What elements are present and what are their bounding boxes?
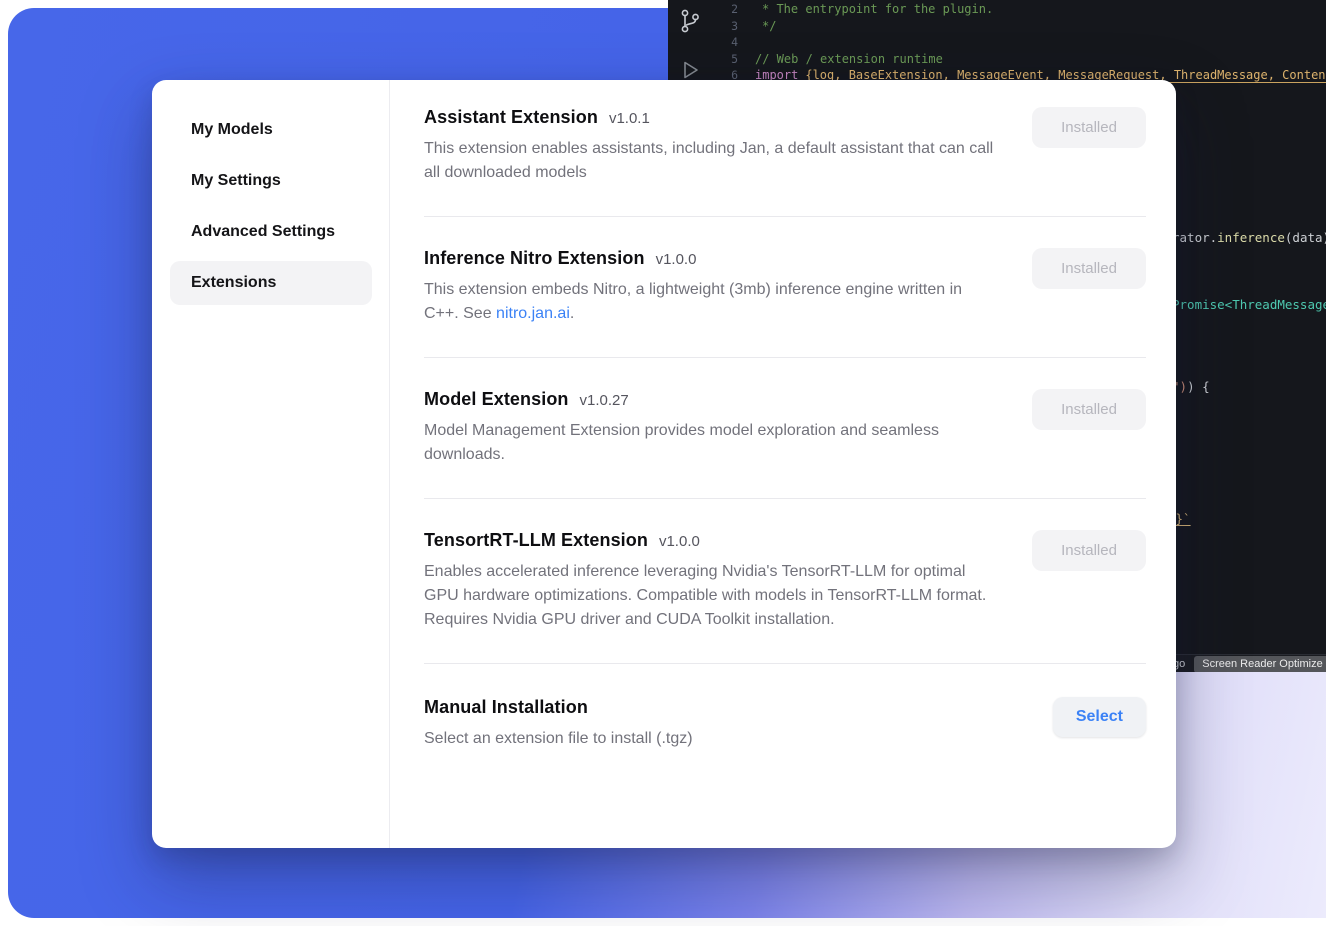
description-text: . [570, 305, 574, 322]
code-line: 5 // Web / extension runtime [714, 51, 1326, 68]
code-line: 2 * The entrypoint for the plugin. [714, 1, 1326, 18]
extension-name: Inference Nitro Extension [424, 248, 645, 269]
screen-reader-status-badge[interactable]: Screen Reader Optimize [1194, 656, 1326, 673]
manual-installation-section: Manual Installation Select an extension … [424, 664, 1146, 782]
extension-info: TensortRT-LLM Extension v1.0.0 Enables a… [424, 530, 999, 632]
extension-info: Inference Nitro Extension v1.0.0 This ex… [424, 248, 999, 326]
line-number: 3 [714, 19, 738, 33]
extension-header: Manual Installation [424, 697, 693, 718]
installed-button[interactable]: Installed [1032, 248, 1146, 289]
extension-info: Model Extension v1.0.27 Model Management… [424, 389, 944, 467]
installed-button[interactable]: Installed [1032, 530, 1146, 571]
code-line: 4 [714, 34, 1326, 51]
code-text: rator. [1172, 230, 1217, 245]
code-text: (data)); [1285, 230, 1326, 245]
extension-item-assistant: Assistant Extension v1.0.1 This extensio… [424, 80, 1146, 217]
extension-header: Assistant Extension v1.0.1 [424, 107, 999, 128]
installed-button[interactable]: Installed [1032, 389, 1146, 430]
code-text: inference [1217, 230, 1285, 245]
extension-version: v1.0.1 [609, 110, 650, 127]
extension-description: Model Management Extension provides mode… [424, 419, 944, 467]
code-fragment: rator.inference(data)); [1172, 230, 1326, 245]
sidebar-item-label: My Settings [191, 172, 281, 190]
sidebar-item-my-models[interactable]: My Models [170, 108, 372, 152]
manual-installation-description: Select an extension file to install (.tg… [424, 727, 693, 751]
source-control-icon[interactable] [677, 8, 703, 34]
extension-header: Model Extension v1.0.27 [424, 389, 944, 410]
nitro-link[interactable]: nitro.jan.ai [496, 305, 570, 322]
sidebar-item-label: Extensions [191, 274, 276, 292]
extension-version: v1.0.0 [656, 251, 697, 268]
sidebar-item-label: My Models [191, 121, 273, 139]
extension-version: v1.0.0 [659, 533, 700, 550]
manual-installation-title: Manual Installation [424, 697, 588, 718]
extension-description: This extension enables assistants, inclu… [424, 137, 999, 185]
sidebar-item-label: Advanced Settings [191, 223, 335, 241]
extension-name: TensortRT-LLM Extension [424, 530, 648, 551]
installed-button[interactable]: Installed [1032, 107, 1146, 148]
extension-name: Model Extension [424, 389, 569, 410]
code-text: ) { [1187, 379, 1210, 394]
code-fragment: Promise<ThreadMessage> [1172, 297, 1326, 312]
line-number: 4 [714, 35, 738, 49]
code-text: * The entrypoint for the plugin. [755, 2, 993, 16]
sidebar-item-my-settings[interactable]: My Settings [170, 159, 372, 203]
extension-header: Inference Nitro Extension v1.0.0 [424, 248, 999, 269]
extensions-panel: Assistant Extension v1.0.1 This extensio… [390, 80, 1176, 848]
extension-item-model: Model Extension v1.0.27 Model Management… [424, 358, 1146, 499]
code-line: 3 */ [714, 18, 1326, 35]
settings-sidebar: My Models My Settings Advanced Settings … [152, 80, 390, 848]
code-fragment: ")) { [1172, 379, 1210, 394]
extension-item-tensorrt: TensortRT-LLM Extension v1.0.0 Enables a… [424, 499, 1146, 664]
editor-code-lines: 2 * The entrypoint for the plugin. 3 */ … [714, 1, 1326, 84]
extension-description: Enables accelerated inference leveraging… [424, 560, 999, 632]
extension-item-nitro: Inference Nitro Extension v1.0.0 This ex… [424, 217, 1146, 358]
line-number: 5 [714, 52, 738, 66]
extension-header: TensortRT-LLM Extension v1.0.0 [424, 530, 999, 551]
editor-activity-rail [668, 0, 714, 88]
code-text: // Web / extension runtime [755, 52, 943, 66]
sidebar-item-extensions[interactable]: Extensions [170, 261, 372, 305]
extension-info: Assistant Extension v1.0.1 This extensio… [424, 107, 999, 185]
select-button[interactable]: Select [1053, 697, 1146, 737]
extension-description: This extension embeds Nitro, a lightweig… [424, 278, 999, 326]
settings-modal: My Models My Settings Advanced Settings … [152, 80, 1176, 848]
code-text: */ [755, 19, 776, 33]
extension-info: Manual Installation Select an extension … [424, 697, 693, 751]
sidebar-item-advanced-settings[interactable]: Advanced Settings [170, 210, 372, 254]
extension-version: v1.0.27 [580, 392, 629, 409]
line-number: 2 [714, 2, 738, 16]
extension-name: Assistant Extension [424, 107, 598, 128]
